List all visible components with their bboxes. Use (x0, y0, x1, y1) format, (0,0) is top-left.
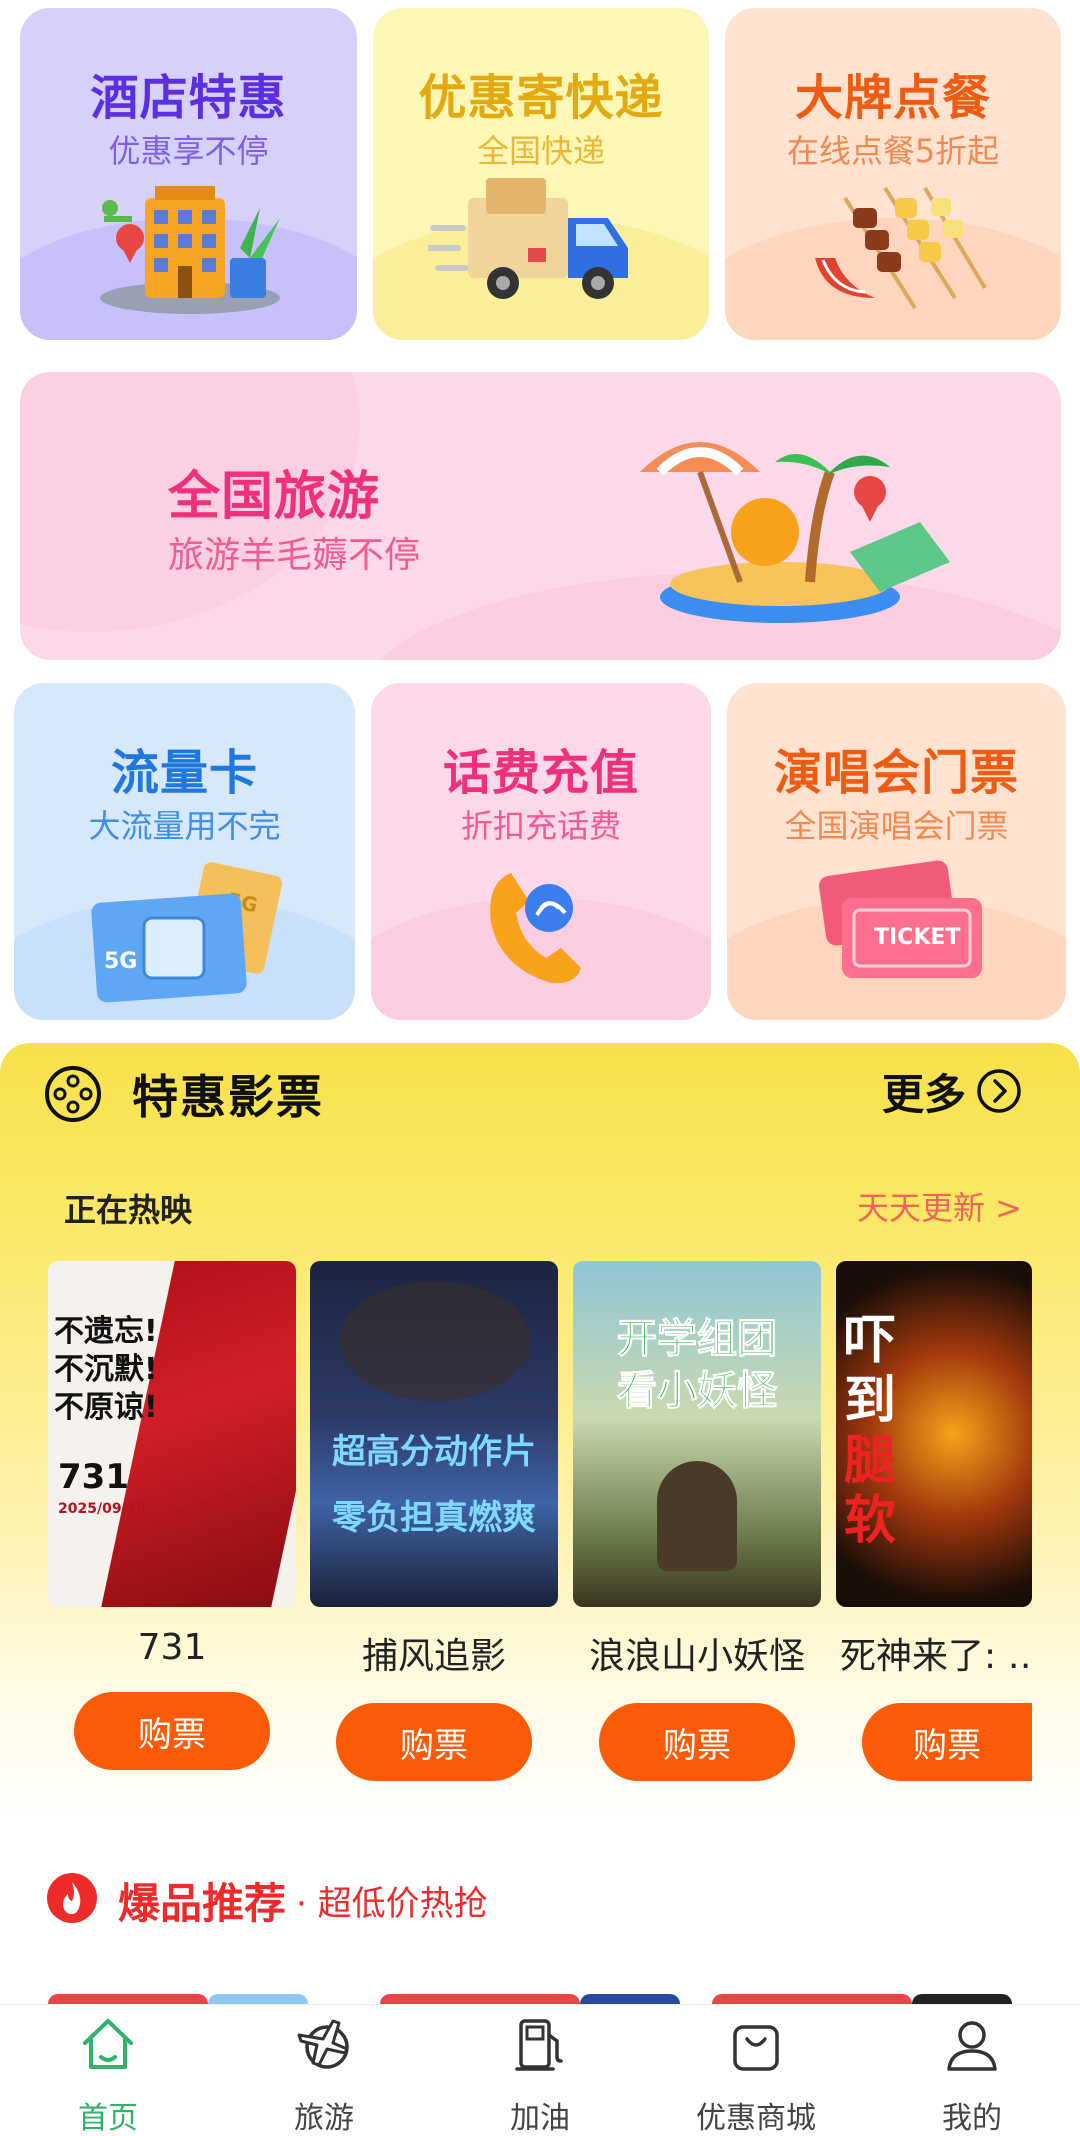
nav-label: 加油 (510, 2101, 570, 2136)
ticket-icon: TICKET (819, 860, 982, 978)
tile-subtitle: 在线点餐5折起 (786, 132, 1000, 170)
phone-handset-icon (490, 873, 581, 984)
product-card-edge (208, 1994, 308, 2004)
tile-title: 流量卡 (110, 745, 258, 801)
hotel-building-icon (100, 186, 280, 314)
movie-poster[interactable]: 吓 到 腿 软 (836, 1261, 1032, 1607)
movie-poster[interactable]: 超高分动作片 零负担真燃爽 (310, 1261, 558, 1607)
svg-text:5G: 5G (104, 949, 137, 974)
poster-tagline: 吓 到 腿 软 (844, 1311, 897, 1551)
plane-globe-icon (297, 2019, 349, 2069)
beach-island-icon (640, 442, 950, 623)
travel-banner[interactable]: 全国旅游 旅游羊毛薅不停 (20, 372, 1061, 660)
movie-card[interactable]: 超高分动作片 零负担真燃爽 捕风追影 购票 (310, 1261, 558, 1781)
nav-label: 优惠商城 (696, 2101, 816, 2136)
tile-subtitle: 优惠享不停 (108, 132, 269, 170)
tile-subtitle: 全国演唱会门票 (784, 807, 1009, 845)
poster-tagline: 不遗忘! 不沉默! 不原谅! (54, 1314, 158, 1425)
hotel-deals-tile[interactable]: 酒店特惠 优惠享不停 (20, 8, 357, 340)
movie-card[interactable]: 开学组团 看小妖怪 浪浪山小妖怪 购票 (573, 1261, 821, 1781)
now-showing-label: 正在热映 (64, 1191, 193, 1229)
nav-item-mall[interactable]: 优惠商城 (648, 2005, 864, 2136)
tile-subtitle: 大流量用不完 (88, 807, 281, 845)
nav-item-home[interactable]: 首页 (0, 2005, 216, 2136)
data-card-tile[interactable]: 流量卡 大流量用不完 5G 5G (14, 683, 355, 1020)
poster-number: 731 (58, 1457, 129, 1497)
poster-tagline: 开学组团 看小妖怪 (617, 1316, 778, 1415)
movie-title: 死神来了: … (840, 1636, 1032, 1677)
tile-title: 大牌点餐 (794, 70, 991, 126)
movie-tickets-section: 特惠影票 更多 正在热映 天天更新 > 不遗忘! 不沉默! 不原谅! 731 2… (0, 1043, 1080, 1823)
poster-art (340, 1281, 530, 1401)
nav-label: 旅游 (294, 2101, 354, 2136)
skewer-food-icon (815, 186, 987, 310)
product-card-edge (912, 1994, 1012, 2004)
nav-label: 首页 (78, 2101, 138, 2136)
movie-poster[interactable]: 开学组团 看小妖怪 (573, 1261, 821, 1607)
movie-poster[interactable]: 不遗忘! 不沉默! 不原谅! 731 2025/09/18 (48, 1261, 296, 1607)
product-card-edge (48, 1994, 208, 2004)
nav-item-fuel[interactable]: 加油 (432, 2005, 648, 2136)
buy-ticket-button[interactable]: 购票 (74, 1692, 270, 1770)
movie-title: 浪浪山小妖怪 (588, 1636, 805, 1677)
more-label: 更多 (881, 1069, 966, 1119)
movie-card[interactable]: 吓 到 腿 软 死神来了: … 购票 (836, 1261, 1032, 1781)
poster-date: 2025/09/18 (58, 1501, 147, 1517)
tile-title: 话费充值 (442, 745, 639, 801)
film-reel-icon (45, 1066, 101, 1122)
sim-card-icon: 5G 5G (91, 862, 283, 1003)
poster-tagline: 超高分动作片 零负担真燃爽 (332, 1432, 536, 1538)
nav-label: 我的 (942, 2101, 1002, 2136)
tile-subtitle: 折扣充话费 (460, 807, 621, 845)
buy-ticket-button[interactable]: 购票 (336, 1703, 532, 1781)
user-icon (947, 2021, 997, 2071)
express-delivery-tile[interactable]: 优惠寄快递 全国快递 (373, 8, 709, 340)
tile-subtitle: 全国快递 (476, 132, 605, 170)
product-card-edge (580, 1994, 680, 2004)
fuel-pump-icon (515, 2019, 563, 2071)
movie-card[interactable]: 不遗忘! 不沉默! 不原谅! 731 2025/09/18 731 购票 (48, 1261, 296, 1770)
movie-title: 731 (137, 1627, 207, 1668)
nav-item-travel[interactable]: 旅游 (216, 2005, 432, 2136)
flame-icon (47, 1873, 97, 1923)
tile-title: 优惠寄快递 (418, 70, 664, 126)
more-button[interactable]: 更多 (882, 1063, 1022, 1119)
movie-title: 捕风追影 (361, 1636, 506, 1677)
svg-text:TICKET: TICKET (874, 925, 960, 950)
daily-update-link[interactable]: 天天更新 > (857, 1183, 1022, 1229)
hot-picks-title: 爆品推荐 (118, 1879, 287, 1928)
nav-item-me[interactable]: 我的 (864, 2005, 1080, 2136)
product-card-edge (380, 1994, 580, 2004)
chevron-right-circle-icon (977, 1069, 1021, 1113)
food-order-tile[interactable]: 大牌点餐 在线点餐5折起 (725, 8, 1061, 340)
shopping-bag-icon (733, 2025, 779, 2071)
concert-tickets-tile[interactable]: 演唱会门票 全国演唱会门票 TICKET (727, 683, 1066, 1020)
buy-ticket-button[interactable]: 购票 (862, 1703, 1032, 1781)
product-card-edge (712, 1994, 912, 2004)
poster-art (657, 1461, 737, 1571)
tile-title: 酒店特惠 (90, 70, 287, 126)
bottom-nav-bar: 首页 旅游 加油 优惠商城 我的 (0, 2004, 1080, 2136)
delivery-truck-icon (428, 178, 628, 299)
home-icon (83, 2019, 133, 2069)
hot-picks-subtitle: · 超低价热抢 (296, 1884, 488, 1924)
tile-title: 演唱会门票 (773, 745, 1019, 801)
phone-recharge-tile[interactable]: 话费充值 折扣充话费 (371, 683, 711, 1020)
buy-ticket-button[interactable]: 购票 (599, 1703, 795, 1781)
section-title: 特惠影票 (132, 1070, 324, 1124)
